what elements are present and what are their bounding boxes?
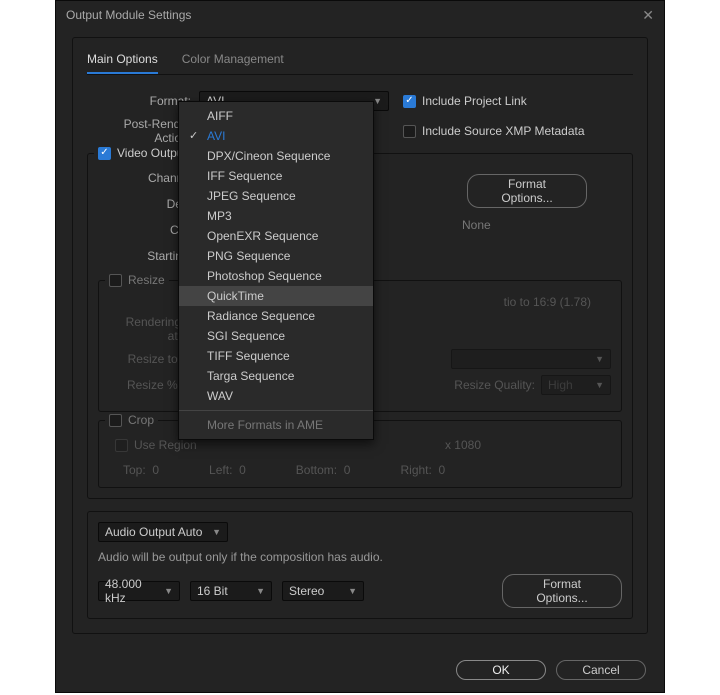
- format-option[interactable]: AVI: [179, 126, 373, 146]
- output-module-settings-dialog: Output Module Settings ✕ Main Options Co…: [55, 0, 665, 693]
- tab-main-options[interactable]: Main Options: [87, 48, 158, 74]
- include-project-link-label: Include Project Link: [422, 94, 527, 108]
- video-format-options-button[interactable]: Format Options...: [467, 174, 587, 208]
- format-option[interactable]: OpenEXR Sequence: [179, 226, 373, 246]
- format-more-formats[interactable]: More Formats in AME: [179, 415, 373, 435]
- crop-left-label: Left:: [209, 463, 232, 477]
- final-size: x 1080: [445, 438, 611, 452]
- format-option[interactable]: IFF Sequence: [179, 166, 373, 186]
- checkbox-icon: [403, 125, 416, 138]
- format-option[interactable]: MP3: [179, 206, 373, 226]
- resize-pct-label: Resize %:: [109, 378, 189, 392]
- resize-preset-select[interactable]: ▼: [451, 349, 611, 369]
- resize-legend: Resize: [128, 273, 165, 287]
- include-project-link-checkbox[interactable]: Include Project Link: [403, 94, 527, 108]
- chevron-down-icon: ▼: [256, 586, 265, 596]
- format-option[interactable]: QuickTime: [179, 286, 373, 306]
- checkbox-checked-icon: [403, 95, 416, 108]
- chevron-down-icon: ▼: [595, 354, 604, 364]
- video-output-legend: Video Output: [117, 146, 187, 160]
- crop-top-label: Top:: [123, 463, 146, 477]
- video-output-checkbox[interactable]: [98, 147, 111, 160]
- format-option[interactable]: PNG Sequence: [179, 246, 373, 266]
- format-option[interactable]: AIFF: [179, 106, 373, 126]
- video-none: None: [432, 218, 622, 232]
- crop-legend: Crop: [128, 413, 154, 427]
- chevron-down-icon: ▼: [348, 586, 357, 596]
- format-option[interactable]: Photoshop Sequence: [179, 266, 373, 286]
- include-xmp-checkbox[interactable]: Include Source XMP Metadata: [403, 124, 585, 138]
- tab-color-management[interactable]: Color Management: [182, 48, 284, 74]
- dialog-buttons: OK Cancel: [456, 660, 646, 680]
- use-region-checkbox[interactable]: Use Region: [115, 438, 197, 452]
- tabs: Main Options Color Management: [87, 48, 633, 75]
- resize-quality-select[interactable]: High▼: [541, 375, 611, 395]
- chevron-down-icon: ▼: [212, 527, 221, 537]
- format-option[interactable]: JPEG Sequence: [179, 186, 373, 206]
- crop-top-value[interactable]: 0: [152, 463, 159, 477]
- audio-channels-select[interactable]: Stereo▼: [282, 581, 364, 601]
- audio-rate-select[interactable]: 48.000 kHz▼: [98, 581, 180, 601]
- rendering-at-label: Rendering at:: [109, 315, 189, 343]
- format-dropdown-menu[interactable]: AIFFAVIDPX/Cineon SequenceIFF SequenceJP…: [178, 101, 374, 440]
- cancel-button[interactable]: Cancel: [556, 660, 646, 680]
- crop-bottom-value[interactable]: 0: [344, 463, 351, 477]
- chevron-down-icon: ▼: [595, 380, 604, 390]
- audio-bit-select[interactable]: 16 Bit▼: [190, 581, 272, 601]
- audio-output-mode-select[interactable]: Audio Output Auto ▼: [98, 522, 228, 542]
- window-title: Output Module Settings: [66, 8, 191, 22]
- audio-group: Audio Output Auto ▼ Audio will be output…: [87, 511, 633, 619]
- resize-checkbox[interactable]: [109, 274, 122, 287]
- resize-quality-label: Resize Quality:: [454, 378, 535, 392]
- format-option[interactable]: DPX/Cineon Sequence: [179, 146, 373, 166]
- format-option[interactable]: Targa Sequence: [179, 366, 373, 386]
- crop-bottom-label: Bottom:: [296, 463, 337, 477]
- format-option[interactable]: Radiance Sequence: [179, 306, 373, 326]
- crop-checkbox[interactable]: [109, 414, 122, 427]
- crop-right-label: Right:: [400, 463, 431, 477]
- use-region-label: Use Region: [134, 438, 197, 452]
- resize-to-label: Resize to:: [109, 352, 189, 366]
- audio-note: Audio will be output only if the composi…: [98, 550, 622, 564]
- checkbox-icon: [115, 439, 128, 452]
- checkbox-icon: [109, 274, 122, 287]
- crop-left-value[interactable]: 0: [239, 463, 246, 477]
- close-icon[interactable]: ✕: [642, 7, 654, 24]
- format-option[interactable]: WAV: [179, 386, 373, 406]
- checkbox-icon: [109, 414, 122, 427]
- crop-right-value[interactable]: 0: [439, 463, 446, 477]
- checkbox-checked-icon: [98, 147, 111, 160]
- chevron-down-icon: ▼: [164, 586, 173, 596]
- include-xmp-label: Include Source XMP Metadata: [422, 124, 585, 138]
- format-option[interactable]: SGI Sequence: [179, 326, 373, 346]
- format-option[interactable]: TIFF Sequence: [179, 346, 373, 366]
- titlebar: Output Module Settings ✕: [56, 1, 664, 29]
- lock-aspect-label: tio to 16:9 (1.78): [504, 295, 591, 309]
- audio-mode: Audio Output Auto: [105, 525, 202, 539]
- audio-format-options-button[interactable]: Format Options...: [502, 574, 622, 608]
- ok-button[interactable]: OK: [456, 660, 546, 680]
- chevron-down-icon: ▼: [373, 96, 382, 106]
